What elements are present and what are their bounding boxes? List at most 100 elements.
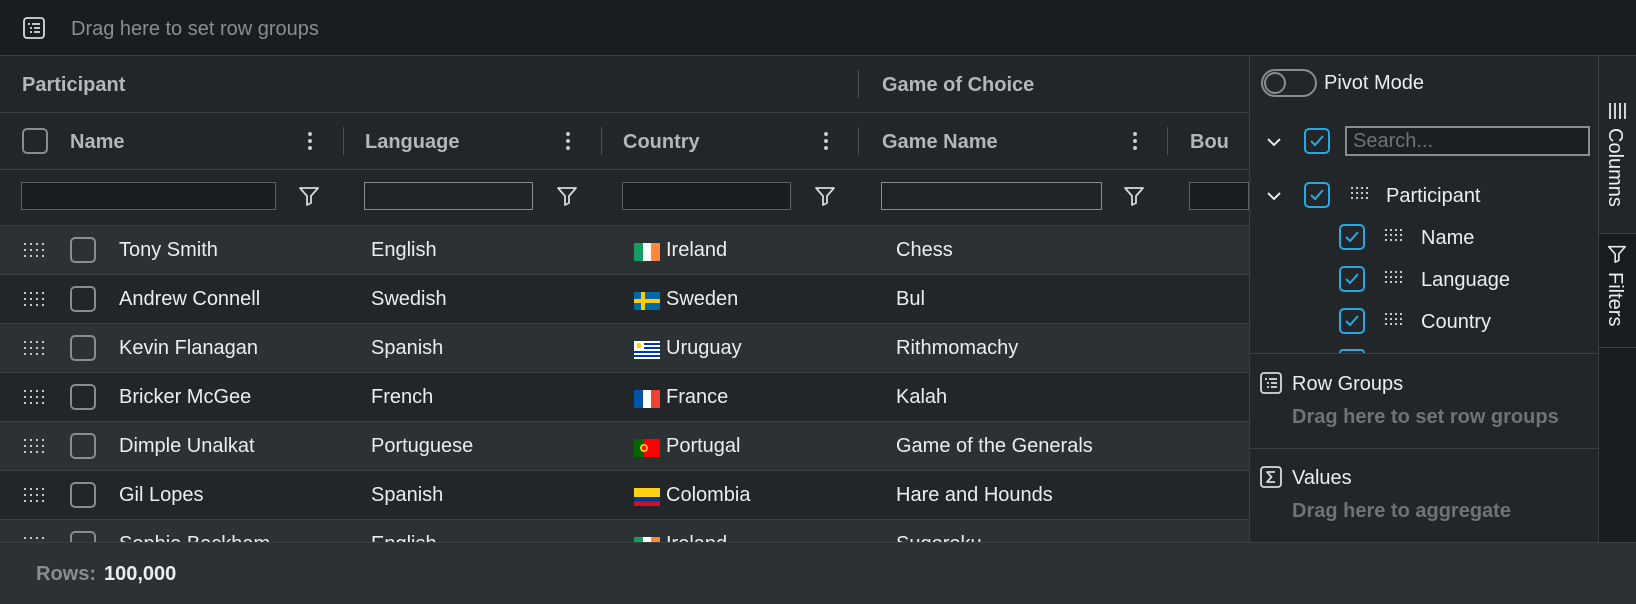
column-menu-icon[interactable] bbox=[1130, 130, 1140, 152]
column-separator[interactable] bbox=[858, 127, 859, 155]
cell-language: Spanish bbox=[371, 337, 444, 359]
cell-country: Ireland bbox=[666, 239, 728, 261]
data-grid: Drag here to set row groups Participant … bbox=[0, 0, 1636, 604]
cell-language: French bbox=[371, 386, 434, 408]
game-name-filter-input[interactable] bbox=[881, 182, 1102, 210]
row-group-drop-zone[interactable]: Drag here to set row groups bbox=[0, 0, 1636, 56]
table-row[interactable]: Bricker McGee French France Kalah bbox=[0, 373, 1250, 422]
row-select-checkbox[interactable] bbox=[70, 482, 96, 508]
row-drag-handle-icon[interactable] bbox=[24, 242, 44, 258]
column-separator[interactable] bbox=[343, 127, 344, 155]
flag-colombia-icon bbox=[634, 488, 660, 506]
cell-language: English bbox=[371, 239, 437, 261]
select-all-columns-checkbox[interactable] bbox=[1304, 128, 1330, 154]
row-drag-handle-icon[interactable] bbox=[24, 291, 44, 307]
grid-header: Participant Game of Choice Name Language… bbox=[0, 56, 1250, 226]
filter-icon[interactable] bbox=[298, 185, 320, 207]
column-item-language[interactable]: Language bbox=[1421, 269, 1510, 292]
cell-game-name: Chess bbox=[896, 239, 953, 261]
column-menu-icon[interactable] bbox=[305, 130, 315, 152]
table-row[interactable]: Tony Smith English Ireland Chess bbox=[0, 226, 1250, 275]
filter-icon[interactable] bbox=[556, 185, 578, 207]
cell-game-name: Bul bbox=[896, 288, 925, 310]
column-header-country[interactable]: Country bbox=[623, 131, 700, 154]
column-header-bought[interactable]: Bou bbox=[1190, 131, 1229, 154]
column-header-row: Name Language Country Game Name Bou bbox=[0, 113, 1250, 170]
cell-country: France bbox=[666, 386, 729, 408]
column-drag-handle-icon[interactable] bbox=[1384, 271, 1402, 287]
column-header-language[interactable]: Language bbox=[365, 131, 459, 154]
values-drop-zone[interactable]: Drag here to aggregate bbox=[1292, 500, 1511, 523]
column-separator bbox=[858, 70, 859, 98]
table-row[interactable]: Kevin Flanagan Spanish Uruguay Rithmomac… bbox=[0, 324, 1250, 373]
country-filter-input[interactable] bbox=[622, 182, 791, 210]
cell-country: Uruguay bbox=[666, 337, 742, 359]
column-group-checkbox[interactable] bbox=[1304, 182, 1330, 208]
row-select-checkbox[interactable] bbox=[70, 286, 96, 312]
flag-uruguay-icon bbox=[634, 341, 660, 359]
row-drag-handle-icon[interactable] bbox=[24, 340, 44, 356]
cell-language: Portuguese bbox=[371, 435, 474, 457]
tab-columns[interactable]: Columns bbox=[1599, 56, 1636, 234]
column-drag-handle-icon[interactable] bbox=[1350, 187, 1368, 203]
column-search-input[interactable] bbox=[1345, 126, 1590, 156]
table-row[interactable]: Sophie Beckham English Ireland Sugoroku bbox=[0, 520, 1250, 542]
column-header-game-name[interactable]: Game Name bbox=[882, 131, 998, 154]
cell-name: Kevin Flanagan bbox=[119, 337, 258, 359]
cell-game-name: Kalah bbox=[896, 386, 948, 408]
column-drag-handle-icon[interactable] bbox=[1384, 229, 1402, 245]
chevron-down-icon[interactable] bbox=[1264, 186, 1284, 206]
cell-game-name: Hare and Hounds bbox=[896, 484, 1053, 506]
panel-divider bbox=[1250, 448, 1599, 449]
chevron-down-icon[interactable] bbox=[1264, 132, 1284, 152]
row-select-checkbox[interactable] bbox=[70, 433, 96, 459]
group-header-game-of-choice[interactable]: Game of Choice bbox=[882, 74, 1034, 97]
cell-name: Gil Lopes bbox=[119, 484, 204, 506]
row-select-checkbox[interactable] bbox=[70, 335, 96, 361]
row-drag-handle-icon[interactable] bbox=[24, 438, 44, 454]
cell-name: Bricker McGee bbox=[119, 386, 252, 408]
cell-name: Dimple Unalkat bbox=[119, 435, 255, 457]
name-filter-input[interactable] bbox=[21, 182, 276, 210]
column-separator[interactable] bbox=[601, 127, 602, 155]
column-checkbox-language[interactable] bbox=[1339, 266, 1365, 292]
column-menu-icon[interactable] bbox=[821, 130, 831, 152]
group-header-participant[interactable]: Participant bbox=[22, 74, 125, 97]
floating-filter-row bbox=[0, 170, 1250, 226]
flag-sweden-icon bbox=[634, 292, 660, 310]
filter-icon[interactable] bbox=[1123, 185, 1145, 207]
table-row[interactable]: Gil Lopes Spanish Colombia Hare and Houn… bbox=[0, 471, 1250, 520]
row-groups-drop-zone[interactable]: Drag here to set row groups bbox=[1292, 406, 1559, 429]
column-group-participant[interactable]: Participant bbox=[1386, 185, 1481, 208]
filter-icon[interactable] bbox=[814, 185, 836, 207]
column-menu-icon[interactable] bbox=[563, 130, 573, 152]
cell-game-name: Sugoroku bbox=[896, 533, 982, 542]
pivot-mode-toggle[interactable] bbox=[1261, 69, 1317, 97]
flag-ireland-icon bbox=[634, 243, 660, 261]
column-checkbox-name[interactable] bbox=[1339, 224, 1365, 250]
column-separator[interactable] bbox=[1167, 127, 1168, 155]
tab-filters[interactable]: Filters bbox=[1599, 234, 1636, 348]
table-row[interactable]: Dimple Unalkat Portuguese Portugal Game … bbox=[0, 422, 1250, 471]
row-drag-handle-icon[interactable] bbox=[24, 389, 44, 405]
row-drag-handle-icon[interactable] bbox=[24, 487, 44, 503]
column-checkbox-country[interactable] bbox=[1339, 308, 1365, 334]
row-count-value: 100,000 bbox=[104, 563, 177, 585]
language-filter-input[interactable] bbox=[364, 182, 533, 210]
pivot-mode-label: Pivot Mode bbox=[1324, 72, 1425, 94]
column-item-country[interactable]: Country bbox=[1421, 311, 1491, 334]
column-header-name[interactable]: Name bbox=[70, 131, 124, 154]
row-select-checkbox[interactable] bbox=[70, 531, 96, 542]
select-all-checkbox[interactable] bbox=[22, 128, 48, 154]
columns-icon bbox=[1609, 103, 1626, 119]
cell-country: Portugal bbox=[666, 435, 741, 457]
column-group-header-row: Participant Game of Choice bbox=[0, 56, 1250, 113]
bought-filter-input[interactable] bbox=[1189, 182, 1249, 210]
table-row[interactable]: Andrew Connell Swedish Sweden Bul bbox=[0, 275, 1250, 324]
column-drag-handle-icon[interactable] bbox=[1384, 313, 1402, 329]
row-count-label: Rows: bbox=[36, 563, 96, 585]
row-select-checkbox[interactable] bbox=[70, 384, 96, 410]
row-select-checkbox[interactable] bbox=[70, 237, 96, 263]
side-bar: Columns Filters bbox=[1598, 56, 1636, 542]
column-item-name[interactable]: Name bbox=[1421, 227, 1474, 250]
